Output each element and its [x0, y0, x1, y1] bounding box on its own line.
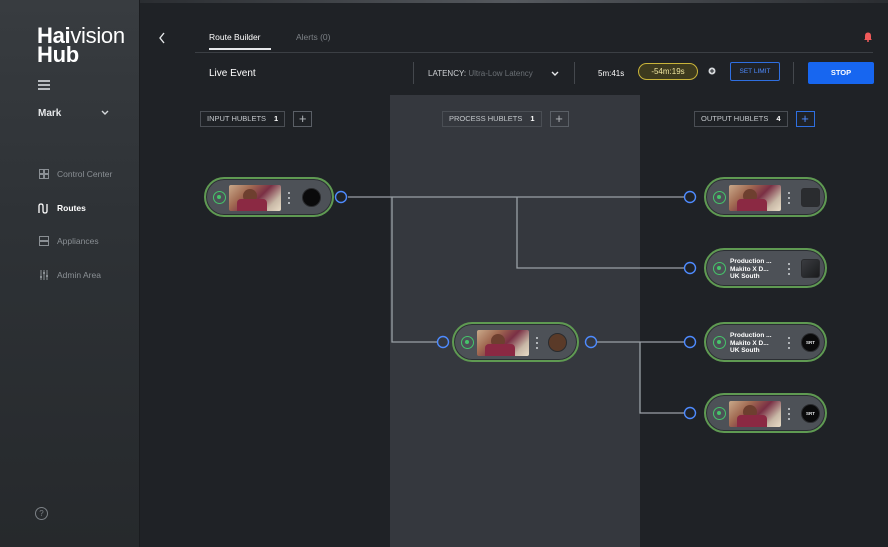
- status-ok-icon: [713, 191, 726, 204]
- hublet-device: Makito X D...: [730, 265, 769, 273]
- haivision-hub-logo[interactable]: Haivision Hub: [37, 25, 125, 66]
- sidebar-item-control-center[interactable]: Control Center: [38, 167, 112, 181]
- srt-badge: SRT: [801, 404, 820, 423]
- hublet-region: UK South: [730, 273, 760, 280]
- back-chevron-icon[interactable]: [158, 32, 166, 44]
- input-hublets-header: INPUT HUBLETS 1 +: [200, 110, 313, 128]
- output-hublet-node[interactable]: SRT: [704, 393, 827, 433]
- sidebar-item-label: Routes: [57, 203, 86, 213]
- hublet-info: Production ... Makito X D... UK South: [730, 258, 772, 281]
- active-tab-indicator: [209, 48, 271, 50]
- destination-logo-badge: [801, 259, 820, 278]
- chevron-down-icon[interactable]: [100, 108, 110, 118]
- output-hublet-node[interactable]: [704, 177, 827, 217]
- process-column: [390, 95, 640, 547]
- more-options-icon[interactable]: [788, 192, 791, 204]
- column-count: 4: [776, 114, 781, 123]
- add-output-hublet-button[interactable]: +: [795, 111, 815, 127]
- column-title: PROCESS HUBLETS: [449, 114, 523, 123]
- status-ok-icon: [713, 262, 726, 275]
- video-thumbnail: [229, 185, 281, 211]
- hublet-region: UK South: [730, 347, 760, 354]
- video-thumbnail: [729, 401, 781, 427]
- more-options-icon[interactable]: [788, 337, 791, 349]
- hublet-device: Makito X D...: [730, 339, 769, 347]
- latency-select[interactable]: LATENCY: Ultra-Low Latency: [428, 69, 533, 78]
- video-thumbnail: [477, 330, 529, 356]
- more-options-icon[interactable]: [288, 192, 291, 204]
- sidebar-item-admin-area[interactable]: Admin Area: [38, 268, 101, 282]
- output-hublet-node[interactable]: Production ... Makito X D... UK South: [704, 248, 827, 288]
- output-hublets-label: OUTPUT HUBLETS 4: [694, 111, 788, 127]
- hamburger-menu-icon[interactable]: [38, 80, 50, 90]
- route-icon: [38, 202, 49, 214]
- divider: [413, 62, 414, 84]
- bell-icon[interactable]: [863, 31, 873, 42]
- input-hublet-node[interactable]: [204, 177, 334, 217]
- process-hublets-header: PROCESS HUBLETS 1 +: [442, 110, 569, 128]
- hublet-title: Production ...: [730, 258, 772, 265]
- appliance-icon: [38, 236, 49, 247]
- output-hublets-header: OUTPUT HUBLETS 4 +: [694, 110, 815, 128]
- process-hublet-node[interactable]: [452, 322, 579, 362]
- elapsed-time: 5m:41s: [598, 69, 625, 78]
- hublet-title: Production ...: [730, 332, 772, 339]
- column-title: INPUT HUBLETS: [207, 114, 267, 123]
- hublet-info: Production ... Makito X D... UK South: [730, 332, 772, 355]
- sliders-icon: [38, 270, 49, 281]
- sidebar-item-label: Admin Area: [57, 270, 101, 280]
- grid-icon: [38, 169, 49, 180]
- source-logo-badge: [302, 188, 321, 207]
- sidebar-item-appliances[interactable]: Appliances: [38, 234, 99, 248]
- column-title: OUTPUT HUBLETS: [701, 114, 769, 123]
- output-hublet-node[interactable]: Production ... Makito X D... UK South SR…: [704, 322, 827, 362]
- status-ok-icon: [713, 407, 726, 420]
- sidebar: Haivision Hub Mark Control Center Routes…: [0, 0, 140, 547]
- sidebar-item-label: Appliances: [57, 236, 99, 246]
- process-hublets-label: PROCESS HUBLETS 1: [442, 111, 542, 127]
- video-thumbnail: [729, 185, 781, 211]
- status-ok-icon: [713, 336, 726, 349]
- add-time-icon[interactable]: [708, 67, 716, 75]
- sidebar-item-routes[interactable]: Routes: [38, 201, 86, 215]
- divider: [574, 62, 575, 84]
- status-ok-icon: [213, 191, 226, 204]
- srt-badge: SRT: [801, 333, 820, 352]
- sidebar-item-label: Control Center: [57, 169, 113, 179]
- stop-button[interactable]: STOP: [808, 62, 874, 84]
- remaining-time-pill: -54m:19s: [638, 63, 698, 80]
- destination-logo-badge: [801, 188, 820, 207]
- chevron-down-icon[interactable]: [551, 70, 559, 78]
- divider: [793, 62, 794, 84]
- latency-value: Ultra-Low Latency: [468, 69, 533, 78]
- tab-route-builder[interactable]: Route Builder: [209, 32, 261, 42]
- more-options-icon[interactable]: [788, 263, 791, 275]
- event-name[interactable]: Live Event: [209, 68, 256, 79]
- column-count: 1: [530, 114, 535, 123]
- help-icon[interactable]: ?: [35, 507, 48, 520]
- add-process-hublet-button[interactable]: +: [549, 111, 569, 127]
- more-options-icon[interactable]: [536, 337, 539, 349]
- set-limit-button[interactable]: SET LIMIT: [730, 62, 780, 81]
- column-count: 1: [274, 114, 279, 123]
- add-input-hublet-button[interactable]: +: [293, 111, 313, 127]
- input-hublets-label: INPUT HUBLETS 1: [200, 111, 286, 127]
- tab-divider: [195, 52, 873, 53]
- process-logo-badge: [548, 333, 567, 352]
- latency-label: LATENCY:: [428, 69, 467, 78]
- status-ok-icon: [461, 336, 474, 349]
- user-name[interactable]: Mark: [38, 108, 61, 119]
- more-options-icon[interactable]: [788, 408, 791, 420]
- tab-alerts[interactable]: Alerts (0): [296, 32, 330, 42]
